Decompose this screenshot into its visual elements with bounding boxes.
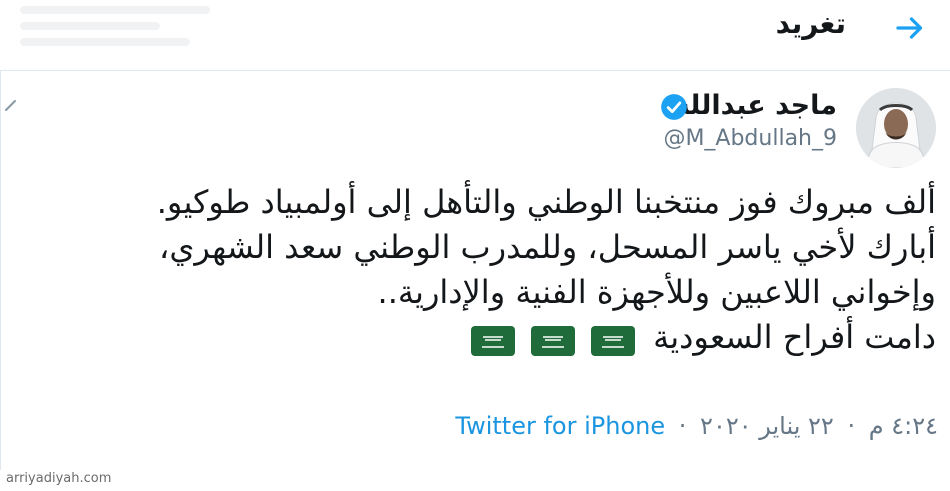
arrow-right-icon[interactable] <box>892 10 928 46</box>
saudi-flag-icon <box>470 325 515 356</box>
tweet-time[interactable]: ٤:٢٤ م <box>869 412 938 440</box>
saudi-flag-icon <box>530 325 575 356</box>
tweet-date[interactable]: ٢٢ يناير ٢٠٢٠ <box>700 412 834 440</box>
faded-background-text <box>20 6 250 52</box>
header-divider <box>0 70 950 71</box>
tweet-line: وإخواني اللاعبين وللأجهزة الفنية والإدار… <box>377 273 936 311</box>
flag-emojis <box>465 317 635 362</box>
saudi-flag-icon <box>590 325 635 356</box>
watermark: arriyadiyah.com <box>6 471 112 486</box>
tweet-metadata: ٤:٢٤ م · ٢٢ يناير ٢٠٢٠ · Twitter for iPh… <box>455 412 938 440</box>
avatar[interactable] <box>856 88 936 168</box>
tweet-line: دامت أفراح السعودية <box>653 318 936 356</box>
top-bar: تغريد <box>0 0 950 60</box>
user-handle[interactable]: @M_Abdullah_9 <box>663 126 837 151</box>
tweet-last-line: دامت أفراح السعودية <box>6 315 936 360</box>
tweet-line: أبارك لأخي ياسر المسحل، وللمدرب الوطني س… <box>159 228 936 266</box>
card-edge <box>0 70 1 470</box>
tweet-source-link[interactable]: Twitter for iPhone <box>455 412 665 440</box>
page-title: تغريد <box>775 7 846 40</box>
tweet-text: ألف مبروك فوز منتخبنا الوطني والتأهل إلى… <box>6 180 936 360</box>
verified-badge-icon <box>661 94 687 120</box>
meta-separator: · <box>678 412 687 440</box>
avatar-portrait-icon <box>856 88 936 168</box>
chevron-down-icon[interactable] <box>4 99 18 113</box>
meta-separator: · <box>847 412 856 440</box>
tweet-line: ألف مبروك فوز منتخبنا الوطني والتأهل إلى… <box>156 183 936 221</box>
display-name[interactable]: ماجد عبدالله <box>674 90 837 121</box>
